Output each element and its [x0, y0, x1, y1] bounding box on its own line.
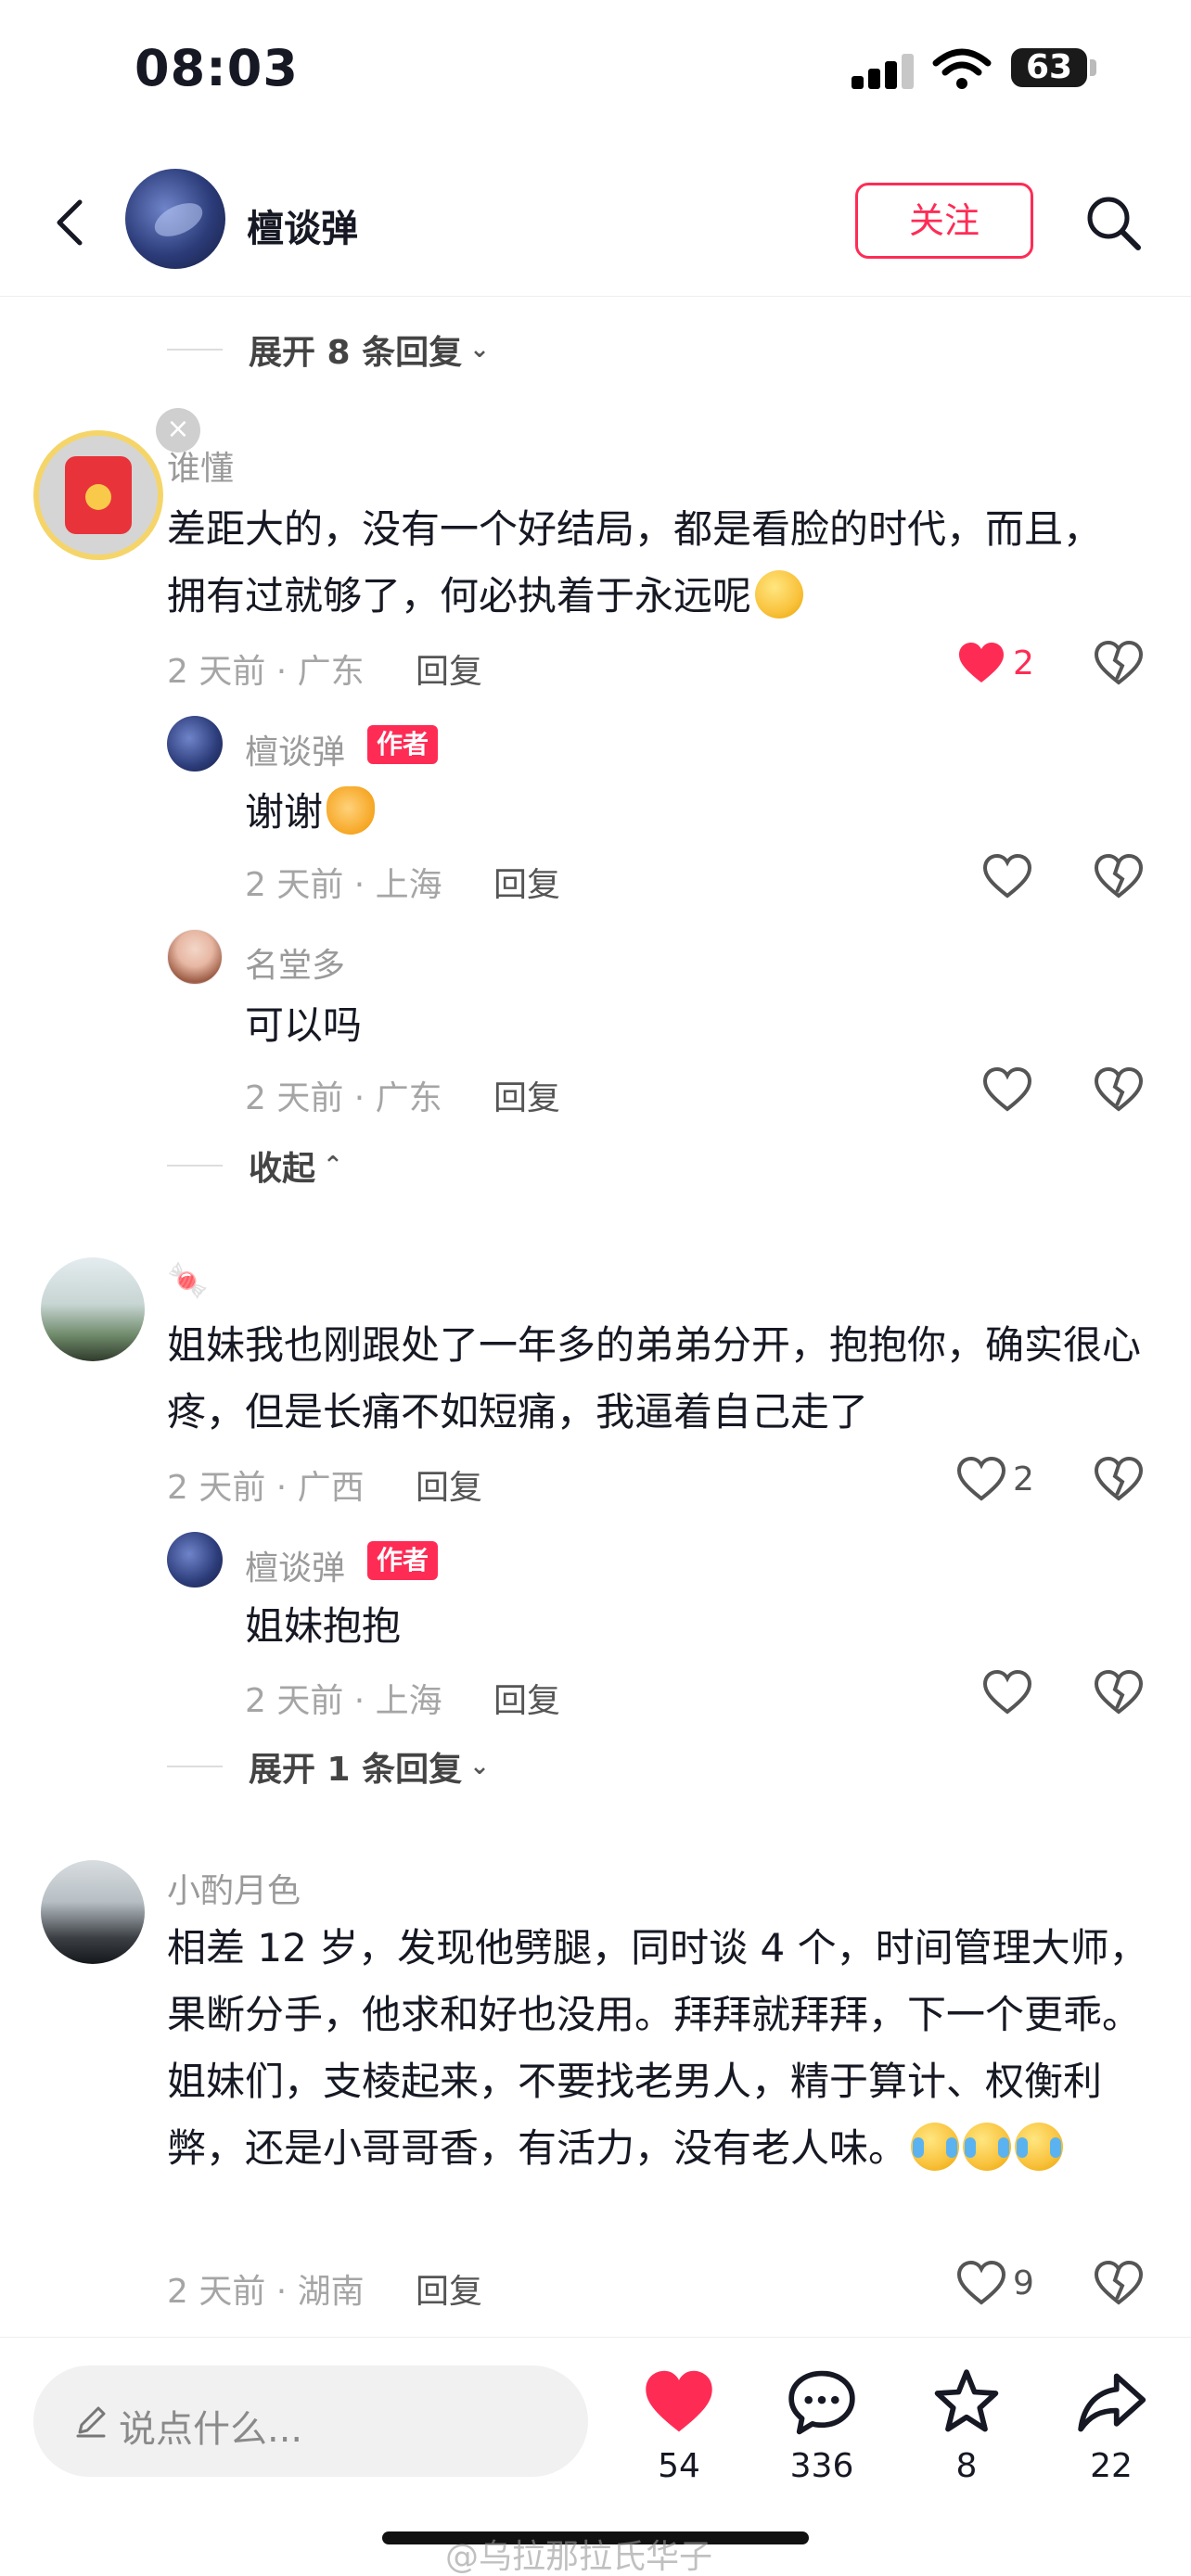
heart-icon[interactable] — [981, 1667, 1033, 1719]
dislike-icon[interactable] — [1093, 1454, 1145, 1506]
red-envelope-icon — [65, 456, 132, 534]
divider — [167, 1766, 223, 1767]
status-time: 08:03 — [134, 39, 299, 97]
like-button[interactable]: 54 — [623, 2366, 735, 2485]
reply-button[interactable]: 回复 — [416, 2264, 482, 2313]
comment-username[interactable]: 🍬 — [167, 1261, 209, 1300]
crying-emoji-icon — [1015, 2123, 1064, 2171]
share-arrow-icon — [1078, 2373, 1146, 2432]
reply-time-location: 2 天前 · 上海 — [245, 1682, 442, 1720]
reply-time-location: 2 天前 · 上海 — [245, 866, 442, 904]
heart-icon[interactable] — [981, 851, 1033, 903]
signal-icon — [852, 52, 916, 89]
wifi-icon — [932, 48, 992, 89]
crying-emoji-icon — [911, 2123, 960, 2171]
comment-count: 336 — [789, 2447, 854, 2485]
reply-text: 姐妹抱抱 — [245, 1603, 402, 1649]
collapse-replies-label: 收起 — [249, 1150, 316, 1188]
comment-input[interactable]: 说点什么... — [33, 2366, 588, 2477]
reply-button[interactable]: 回复 — [493, 1071, 560, 1119]
reply-username[interactable]: 檀谈弹 — [245, 1541, 345, 1589]
heart-filled-icon — [646, 2370, 712, 2432]
battery-icon: 63 — [1011, 48, 1087, 87]
reply-button[interactable]: 回复 — [493, 1674, 560, 1722]
reply-username[interactable]: 檀谈弹 — [245, 725, 345, 773]
search-icon[interactable] — [1081, 190, 1146, 255]
status-bar: 08:03 63 — [0, 0, 1191, 139]
divider — [167, 349, 223, 351]
star-icon — [934, 2369, 999, 2432]
collapse-replies-button[interactable]: 收起 ⌃ — [167, 1142, 343, 1189]
reply-button[interactable]: 回复 — [416, 644, 482, 693]
dislike-icon[interactable] — [1093, 2258, 1145, 2310]
handshake-emoji-icon — [327, 786, 376, 835]
follow-button[interactable]: 关注 — [855, 183, 1033, 259]
comment-username[interactable]: 小酌月色 — [167, 1864, 301, 1912]
divider — [167, 1165, 223, 1167]
watermark: @乌拉那拉氏华子 — [445, 2538, 713, 2576]
header: 檀谈弹 关注 — [0, 158, 1191, 297]
reply-time-location: 2 天前 · 广东 — [245, 1079, 442, 1117]
expand-replies-label: 展开 1 条回复 — [249, 1751, 463, 1789]
favorite-count: 8 — [955, 2447, 978, 2485]
avatar[interactable] — [167, 929, 223, 985]
heart-icon[interactable] — [981, 1065, 1033, 1116]
chevron-down-icon: ⌄ — [469, 336, 490, 363]
comment-bubble-icon — [788, 2370, 855, 2435]
heart-icon[interactable] — [955, 2258, 1007, 2310]
comment-username[interactable]: 谁懂 — [167, 441, 234, 490]
input-placeholder: 说点什么... — [119, 2408, 303, 2451]
dislike-icon[interactable] — [1093, 638, 1145, 690]
comment-time-location: 2 天前 · 广东 — [167, 653, 365, 691]
share-button[interactable]: 22 — [1056, 2366, 1167, 2485]
reply-username[interactable]: 名堂多 — [245, 938, 345, 987]
share-count: 22 — [1090, 2447, 1133, 2485]
comment-text: 姐妹我也刚跟处了一年多的弟弟分开，抱抱你，确实很心疼，但是长痛不如短痛，我逼着自… — [167, 1322, 1142, 1435]
expand-replies-label: 展开 8 条回复 — [249, 334, 463, 372]
thinking-emoji-icon — [755, 570, 804, 618]
like-count: 2 — [1013, 1460, 1034, 1498]
dislike-icon[interactable] — [1093, 1667, 1145, 1719]
comment-time-location: 2 天前 · 广西 — [167, 1469, 365, 1507]
comment-text: 相差 12 岁，发现他劈腿，同时谈 4 个，时间管理大师，果断分手，他求和好也没… — [167, 1925, 1148, 2171]
reply-text: 谢谢 — [245, 779, 376, 846]
comment-button[interactable]: 336 — [766, 2366, 877, 2485]
heart-filled-icon[interactable] — [955, 638, 1007, 690]
chevron-up-icon: ⌃ — [323, 1152, 343, 1180]
avatar[interactable] — [167, 1532, 223, 1588]
dislike-icon[interactable] — [1093, 1065, 1145, 1116]
avatar[interactable] — [125, 169, 225, 269]
back-icon[interactable] — [45, 195, 100, 250]
reply-button[interactable]: 回复 — [416, 1460, 482, 1509]
chevron-down-icon: ⌄ — [469, 1753, 490, 1780]
heart-icon[interactable] — [955, 1454, 1007, 1506]
pencil-icon — [76, 2406, 106, 2438]
avatar[interactable] — [33, 430, 163, 560]
battery-cap — [1090, 59, 1096, 76]
comment-time-location: 2 天前 · 湖南 — [167, 2273, 365, 2311]
dislike-icon[interactable] — [1093, 851, 1145, 903]
reply-button[interactable]: 回复 — [493, 858, 560, 906]
like-count: 9 — [1013, 2264, 1034, 2302]
avatar[interactable] — [41, 1860, 145, 1964]
expand-replies-button[interactable]: 展开 8 条回复 ⌄ — [167, 326, 490, 373]
favorite-button[interactable]: 8 — [911, 2366, 1022, 2485]
author-badge: 作者 — [367, 725, 439, 764]
author-badge: 作者 — [367, 1541, 439, 1580]
reply-text: 可以吗 — [245, 1002, 363, 1048]
crying-emoji-icon — [963, 2123, 1012, 2171]
avatar[interactable] — [167, 716, 223, 772]
header-username[interactable]: 檀谈弹 — [247, 198, 358, 252]
like-count: 54 — [658, 2447, 700, 2485]
like-count: 2 — [1013, 644, 1034, 682]
comment-text: 差距大的，没有一个好结局，都是看脸的时代，而且，拥有过就够了，何必执着于永远呢 — [167, 506, 1103, 618]
expand-replies-button[interactable]: 展开 1 条回复 ⌄ — [167, 1743, 490, 1790]
avatar[interactable] — [41, 1257, 145, 1361]
